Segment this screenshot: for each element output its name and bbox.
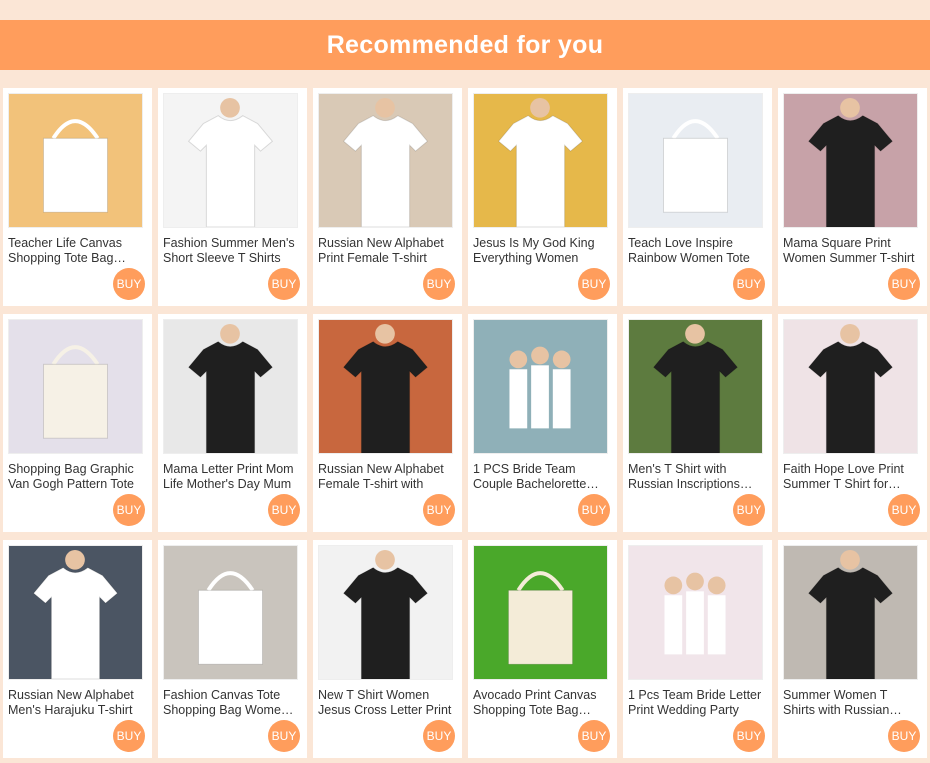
product-image[interactable] bbox=[8, 545, 143, 680]
product-card[interactable]: Russian New Alphabet Female T-shirt with… bbox=[313, 314, 462, 532]
product-card[interactable]: Fashion Canvas Tote Shopping Bag Women Q… bbox=[158, 540, 307, 758]
product-image[interactable] bbox=[473, 545, 608, 680]
product-image[interactable] bbox=[318, 545, 453, 680]
buy-button[interactable]: BUY bbox=[888, 268, 920, 300]
black-tshirt-mama-letter-photo bbox=[164, 320, 297, 453]
tote-bags-quotes-photo bbox=[164, 546, 297, 679]
product-image[interactable] bbox=[163, 93, 298, 228]
buy-button[interactable]: BUY bbox=[113, 268, 145, 300]
buy-button[interactable]: BUY bbox=[733, 720, 765, 752]
product-image[interactable] bbox=[783, 93, 918, 228]
product-card[interactable]: Mama Square Print Women Summer T-shirt BU… bbox=[778, 88, 927, 306]
product-title[interactable]: Fashion Summer Men's Short Sleeve T Shir… bbox=[163, 236, 302, 266]
tote-avocado-photo bbox=[474, 546, 607, 679]
tote-bags-rainbow-photo bbox=[629, 94, 762, 227]
section-title: Recommended for you bbox=[326, 30, 604, 59]
product-card[interactable]: Jesus Is My God King Everything Women BUY bbox=[468, 88, 617, 306]
buy-button[interactable]: BUY bbox=[113, 494, 145, 526]
product-title[interactable]: Faith Hope Love Print Summer T Shirt for… bbox=[783, 462, 922, 492]
product-card[interactable]: Summer Women T Shirts with Russian Inscr… bbox=[778, 540, 927, 758]
black-tshirt-beard-photo bbox=[629, 320, 762, 453]
product-image[interactable] bbox=[783, 319, 918, 454]
product-title[interactable]: Mama Square Print Women Summer T-shirt bbox=[783, 236, 922, 266]
product-image[interactable] bbox=[628, 93, 763, 228]
buy-button[interactable]: BUY bbox=[113, 720, 145, 752]
product-card[interactable]: Fashion Summer Men's Short Sleeve T Shir… bbox=[158, 88, 307, 306]
buy-button[interactable]: BUY bbox=[888, 720, 920, 752]
product-card[interactable]: Russian New Alphabet Men's Harajuku T-sh… bbox=[3, 540, 152, 758]
product-image[interactable] bbox=[8, 319, 143, 454]
product-card[interactable]: New T Shirt Women Jesus Cross Letter Pri… bbox=[313, 540, 462, 758]
product-card[interactable]: Teacher Life Canvas Shopping Tote Bag Wo… bbox=[3, 88, 152, 306]
black-tshirt-faith-photo bbox=[784, 320, 917, 453]
product-card[interactable]: Faith Hope Love Print Summer T Shirt for… bbox=[778, 314, 927, 532]
black-tshirt-russian-photo bbox=[784, 546, 917, 679]
product-title[interactable]: Jesus Is My God King Everything Women bbox=[473, 236, 612, 266]
product-image[interactable] bbox=[473, 93, 608, 228]
recommended-header: Recommended for you bbox=[0, 20, 930, 70]
bride-team-group-photo bbox=[474, 320, 607, 453]
product-title[interactable]: 1 PCS Bride Team Couple Bachelorette Par… bbox=[473, 462, 612, 492]
product-card[interactable]: Men's T Shirt with Russian Inscriptions … bbox=[623, 314, 772, 532]
product-title[interactable]: Shopping Bag Graphic Van Gogh Pattern To… bbox=[8, 462, 147, 492]
buy-button[interactable]: BUY bbox=[423, 720, 455, 752]
product-card[interactable]: Shopping Bag Graphic Van Gogh Pattern To… bbox=[3, 314, 152, 532]
product-title[interactable]: Teacher Life Canvas Shopping Tote Bag Wo… bbox=[8, 236, 147, 266]
buy-button[interactable]: BUY bbox=[268, 720, 300, 752]
product-card[interactable]: 1 Pcs Team Bride Letter Print Wedding Pa… bbox=[623, 540, 772, 758]
product-card[interactable]: 1 PCS Bride Team Couple Bachelorette Par… bbox=[468, 314, 617, 532]
black-tshirt-mama-photo bbox=[784, 94, 917, 227]
white-tshirt-alphabet-photo bbox=[319, 94, 452, 227]
tote-bags-teacher-photo bbox=[9, 94, 142, 227]
white-tshirt-men-alphabet-photo bbox=[9, 546, 142, 679]
product-title[interactable]: Fashion Canvas Tote Shopping Bag Women Q… bbox=[163, 688, 302, 718]
product-image[interactable] bbox=[473, 319, 608, 454]
product-title[interactable]: Men's T Shirt with Russian Inscriptions … bbox=[628, 462, 767, 492]
buy-button[interactable]: BUY bbox=[268, 268, 300, 300]
black-tshirt-alphabet-photo bbox=[319, 320, 452, 453]
buy-button[interactable]: BUY bbox=[733, 268, 765, 300]
product-title[interactable]: Mama Letter Print Mom Life Mother's Day … bbox=[163, 462, 302, 492]
product-card[interactable]: Mama Letter Print Mom Life Mother's Day … bbox=[158, 314, 307, 532]
product-image[interactable] bbox=[163, 319, 298, 454]
white-tshirt-jesus-photo bbox=[474, 94, 607, 227]
buy-button[interactable]: BUY bbox=[578, 720, 610, 752]
product-card[interactable]: Russian New Alphabet Print Female T-shir… bbox=[313, 88, 462, 306]
product-card[interactable]: Avocado Print Canvas Shopping Tote Bag W… bbox=[468, 540, 617, 758]
product-image[interactable] bbox=[783, 545, 918, 680]
buy-button[interactable]: BUY bbox=[268, 494, 300, 526]
buy-button[interactable]: BUY bbox=[423, 268, 455, 300]
product-grid: Teacher Life Canvas Shopping Tote Bag Wo… bbox=[3, 88, 927, 758]
product-title[interactable]: Russian New Alphabet Print Female T-shir… bbox=[318, 236, 457, 266]
buy-button[interactable]: BUY bbox=[733, 494, 765, 526]
buy-button[interactable]: BUY bbox=[423, 494, 455, 526]
product-title[interactable]: Russian New Alphabet Men's Harajuku T-sh… bbox=[8, 688, 147, 718]
tote-van-gogh-photo bbox=[9, 320, 142, 453]
buy-button[interactable]: BUY bbox=[578, 494, 610, 526]
product-image[interactable] bbox=[8, 93, 143, 228]
product-image[interactable] bbox=[318, 93, 453, 228]
product-image[interactable] bbox=[628, 319, 763, 454]
product-title[interactable]: Avocado Print Canvas Shopping Tote Bag W… bbox=[473, 688, 612, 718]
product-image[interactable] bbox=[163, 545, 298, 680]
white-tshirt-doner-photo bbox=[164, 94, 297, 227]
product-card[interactable]: Teach Love Inspire Rainbow Women Tote BUY bbox=[623, 88, 772, 306]
team-bride-dresses-photo bbox=[629, 546, 762, 679]
product-title[interactable]: Russian New Alphabet Female T-shirt with bbox=[318, 462, 457, 492]
product-image[interactable] bbox=[628, 545, 763, 680]
product-title[interactable]: Summer Women T Shirts with Russian Inscr… bbox=[783, 688, 922, 718]
buy-button[interactable]: BUY bbox=[888, 494, 920, 526]
product-title[interactable]: Teach Love Inspire Rainbow Women Tote bbox=[628, 236, 767, 266]
product-title[interactable]: New T Shirt Women Jesus Cross Letter Pri… bbox=[318, 688, 457, 718]
buy-button[interactable]: BUY bbox=[578, 268, 610, 300]
product-image[interactable] bbox=[318, 319, 453, 454]
black-tshirt-jesus-photo bbox=[319, 546, 452, 679]
product-title[interactable]: 1 Pcs Team Bride Letter Print Wedding Pa… bbox=[628, 688, 767, 718]
